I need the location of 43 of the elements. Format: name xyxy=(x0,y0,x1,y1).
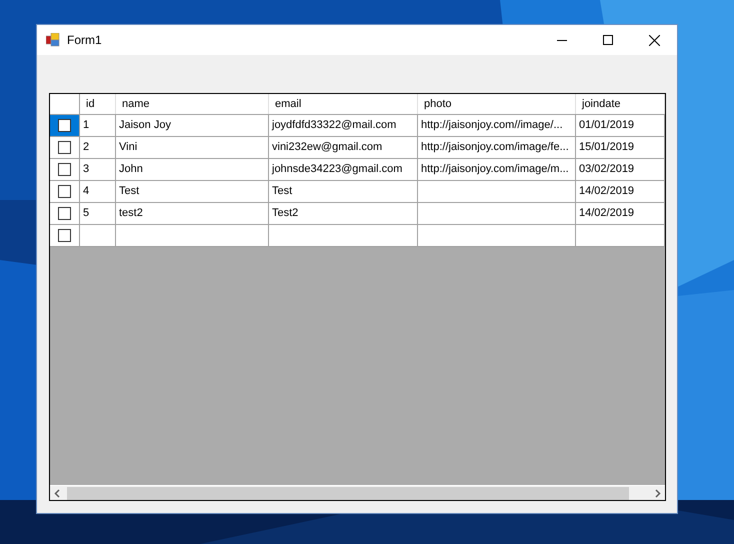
checkbox[interactable] xyxy=(58,141,71,154)
scrollbar-thumb[interactable] xyxy=(67,486,629,500)
checkbox[interactable] xyxy=(58,163,71,176)
column-header[interactable]: photo xyxy=(418,94,576,114)
table-cell: vini232ew@gmail.com xyxy=(269,137,418,158)
column-header[interactable]: id xyxy=(80,94,116,114)
maximize-icon xyxy=(603,35,613,45)
table-cell: 4 xyxy=(80,181,116,202)
table-cell: 1 xyxy=(80,115,116,136)
close-icon xyxy=(648,34,660,46)
table-cell: 14/02/2019 xyxy=(576,203,665,224)
scroll-left-icon[interactable] xyxy=(54,488,61,498)
table-cell: http://jaisonjoy.com/image/m... xyxy=(418,159,576,180)
table-cell: Vini xyxy=(116,137,269,158)
scroll-right-icon[interactable] xyxy=(654,488,661,498)
table-cell: 5 xyxy=(80,203,116,224)
column-header[interactable]: email xyxy=(269,94,418,114)
app-icon xyxy=(46,33,60,47)
table-cell: Test xyxy=(116,181,269,202)
table-cell: johnsde34223@gmail.com xyxy=(269,159,418,180)
table-cell: 3 xyxy=(80,159,116,180)
table-cell: Jaison Joy xyxy=(116,115,269,136)
checkbox[interactable] xyxy=(58,119,71,132)
table-cell: test2 xyxy=(116,203,269,224)
column-header[interactable]: joindate xyxy=(576,94,665,114)
table-cell: 14/02/2019 xyxy=(576,181,665,202)
table-cell: Test xyxy=(269,181,418,202)
checkbox[interactable] xyxy=(58,207,71,220)
checkbox[interactable] xyxy=(58,229,71,242)
row-header[interactable] xyxy=(50,115,80,136)
table-cell: 01/01/2019 xyxy=(576,115,665,136)
table-cell: joydfdfd33322@mail.com xyxy=(269,115,418,136)
table-cell: Test2 xyxy=(269,203,418,224)
table-cell: 03/02/2019 xyxy=(576,159,665,180)
table-cell: John xyxy=(116,159,269,180)
table-cell: http://jaisonjoy.com//image/... xyxy=(418,115,576,136)
table-cell: 15/01/2019 xyxy=(576,137,665,158)
horizontal-scrollbar[interactable] xyxy=(50,485,665,500)
table-cell: 2 xyxy=(80,137,116,158)
window-title: Form1 xyxy=(67,32,102,49)
table-cell: http://jaisonjoy.com/image/fe... xyxy=(418,137,576,158)
checkbox[interactable] xyxy=(58,185,71,198)
column-header[interactable]: name xyxy=(116,94,269,114)
